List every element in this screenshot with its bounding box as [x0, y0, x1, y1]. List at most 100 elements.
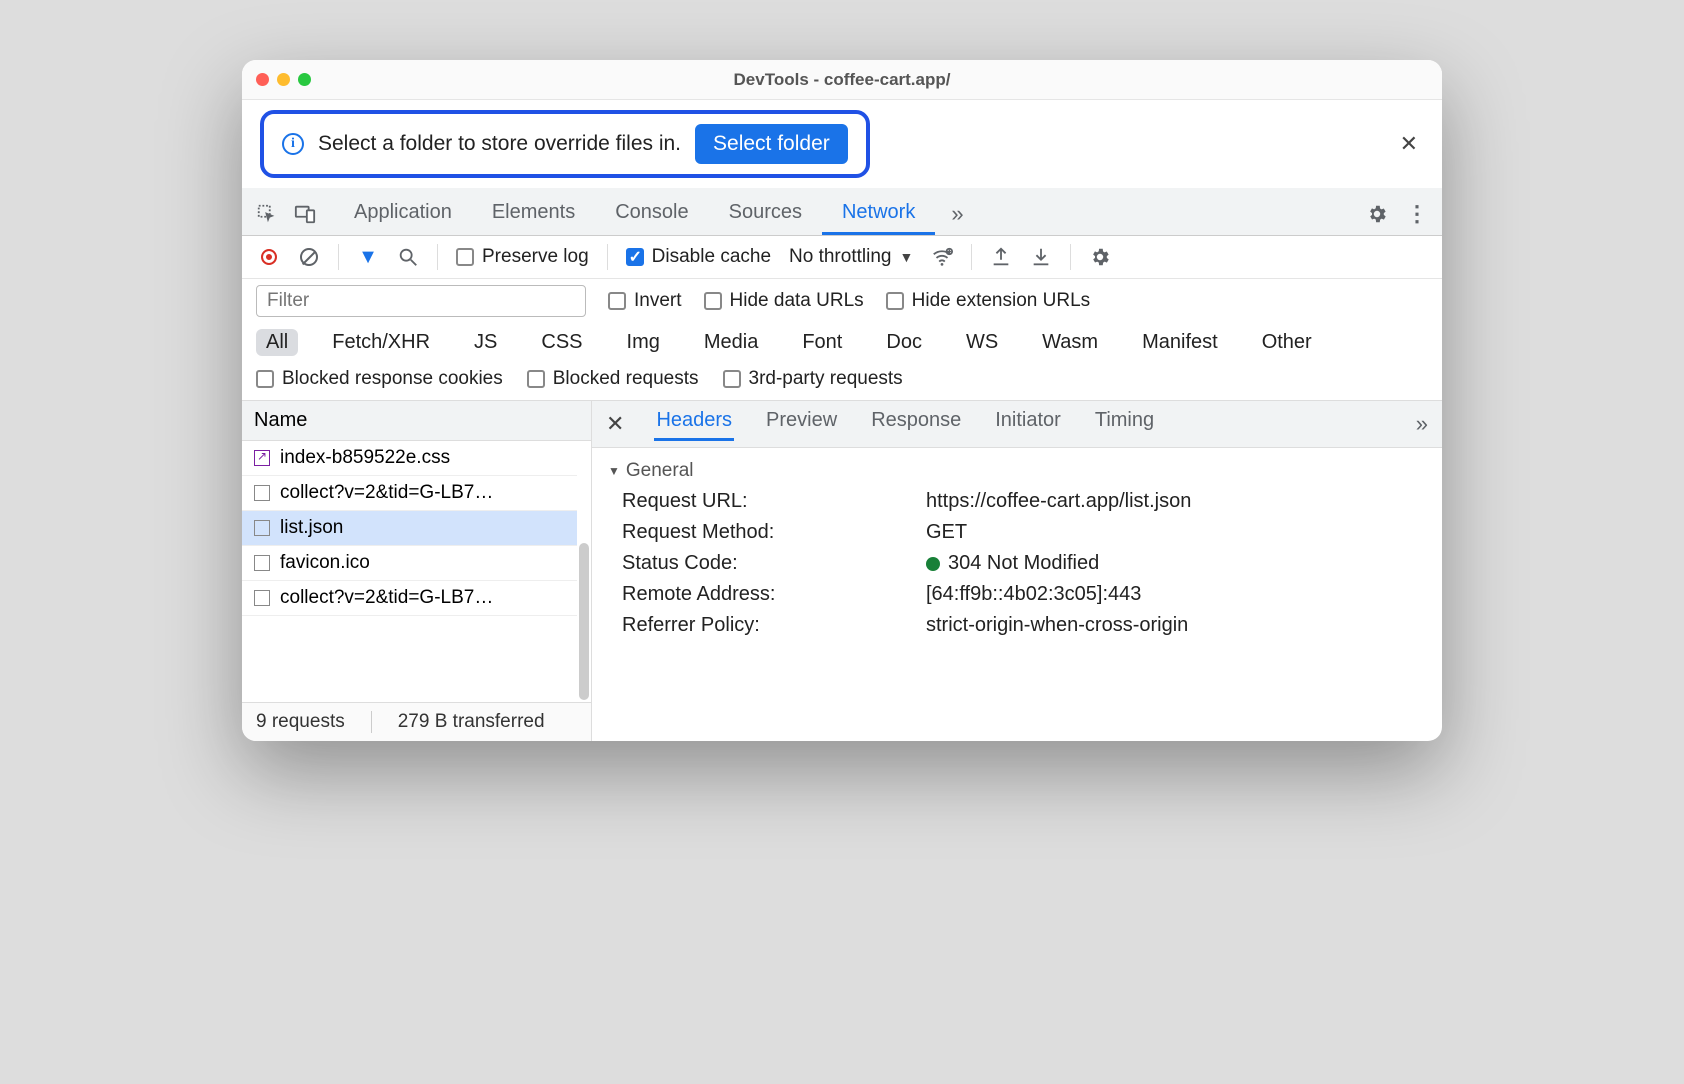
hide-extension-urls-label: Hide extension URLs [912, 290, 1090, 312]
export-har-icon[interactable] [990, 246, 1012, 268]
detail-tab-initiator[interactable]: Initiator [993, 407, 1063, 441]
request-row[interactable]: collect?v=2&tid=G-LB7… [242, 581, 577, 616]
detail-tab-timing[interactable]: Timing [1093, 407, 1156, 441]
type-manifest[interactable]: Manifest [1132, 329, 1228, 356]
window-title: DevTools - coffee-cart.app/ [242, 70, 1442, 90]
filter-input[interactable] [256, 285, 586, 317]
clear-icon[interactable] [298, 246, 320, 268]
tab-network[interactable]: Network [822, 192, 935, 235]
request-name: index-b859522e.css [280, 447, 450, 469]
filter-icon[interactable]: ▼ [357, 246, 379, 268]
detail-tab-headers[interactable]: Headers [654, 407, 734, 441]
type-doc[interactable]: Doc [876, 329, 932, 356]
kv-row: Status Code: 304 Not Modified [608, 548, 1426, 579]
tab-sources[interactable]: Sources [709, 192, 822, 235]
main-tabbar: ApplicationElementsConsoleSourcesNetwork… [242, 188, 1442, 236]
detail-tab-response[interactable]: Response [869, 407, 963, 441]
type-ws[interactable]: WS [956, 329, 1008, 356]
more-tabs-icon[interactable]: » [951, 201, 963, 227]
type-all[interactable]: All [256, 329, 298, 356]
tab-console[interactable]: Console [595, 192, 708, 235]
hide-data-urls-label: Hide data URLs [730, 290, 864, 312]
kv-key: Request Method: [622, 521, 912, 544]
infobar-message: Select a folder to store override files … [318, 132, 681, 156]
type-wasm[interactable]: Wasm [1032, 329, 1108, 356]
override-infobar: i Select a folder to store override file… [260, 110, 870, 178]
request-list-header[interactable]: Name [242, 401, 591, 441]
request-name: list.json [280, 517, 343, 539]
device-toolbar-icon[interactable] [294, 203, 316, 225]
type-font[interactable]: Font [792, 329, 852, 356]
hide-extension-urls-checkbox[interactable]: Hide extension URLs [886, 290, 1090, 312]
request-row[interactable]: index-b859522e.css [242, 441, 577, 476]
request-row[interactable]: list.json [242, 511, 577, 546]
tab-elements[interactable]: Elements [472, 192, 595, 235]
kv-row: Remote Address:[64:ff9b::4b02:3c05]:443 [608, 579, 1426, 610]
titlebar: DevTools - coffee-cart.app/ [242, 60, 1442, 100]
type-img[interactable]: Img [617, 329, 670, 356]
infobar-close-icon[interactable]: ✕ [1394, 125, 1424, 163]
type-js[interactable]: JS [464, 329, 507, 356]
inspect-icons [256, 203, 316, 225]
inspect-element-icon[interactable] [256, 203, 278, 225]
detail-tab-preview[interactable]: Preview [764, 407, 839, 441]
network-settings-icon[interactable] [1089, 246, 1111, 268]
record-icon[interactable] [258, 246, 280, 268]
blocked-cookies-label: Blocked response cookies [282, 368, 503, 390]
type-css[interactable]: CSS [531, 329, 592, 356]
select-folder-button[interactable]: Select folder [695, 124, 848, 164]
doc-file-icon [254, 590, 270, 606]
info-icon: i [282, 133, 304, 155]
general-section-toggle[interactable]: ▼ General [608, 456, 1426, 486]
thirdparty-checkbox[interactable]: 3rd-party requests [723, 368, 903, 390]
detail-close-icon[interactable]: ✕ [606, 411, 624, 437]
general-section-label: General [626, 460, 694, 482]
doc-file-icon [254, 555, 270, 571]
more-detail-tabs-icon[interactable]: » [1416, 411, 1428, 437]
invert-checkbox[interactable]: Invert [608, 290, 682, 312]
kv-row: Request URL:https://coffee-cart.app/list… [608, 486, 1426, 517]
preserve-log-checkbox[interactable]: Preserve log [456, 246, 589, 268]
import-har-icon[interactable] [1030, 246, 1052, 268]
type-other[interactable]: Other [1252, 329, 1322, 356]
thirdparty-label: 3rd-party requests [749, 368, 903, 390]
kv-key: Status Code: [622, 552, 912, 575]
request-row[interactable]: collect?v=2&tid=G-LB7… [242, 476, 577, 511]
status-bar: 9 requests 279 B transferred [242, 702, 591, 741]
kv-value: 304 Not Modified [926, 552, 1426, 575]
type-media[interactable]: Media [694, 329, 768, 356]
network-toolbar: ▼ Preserve log Disable cache No throttli… [242, 236, 1442, 279]
settings-icon[interactable] [1366, 203, 1388, 225]
invert-label: Invert [634, 290, 682, 312]
resource-type-row: All Fetch/XHR JS CSS Img Media Font Doc WS Wasm M… [242, 323, 1442, 362]
throttling-select[interactable]: No throttling ▼ [789, 246, 913, 268]
status-request-count: 9 requests [256, 711, 345, 733]
blocked-requests-checkbox[interactable]: Blocked requests [527, 368, 699, 390]
disable-cache-label: Disable cache [652, 246, 771, 268]
blocked-filters-row: Blocked response cookies Blocked request… [242, 362, 1442, 401]
tab-application[interactable]: Application [334, 192, 472, 235]
type-fetchxhr[interactable]: Fetch/XHR [322, 329, 440, 356]
network-content: Name index-b859522e.css collect?v=2&tid=G… [242, 401, 1442, 741]
search-icon[interactable] [397, 246, 419, 268]
request-name: collect?v=2&tid=G-LB7… [280, 482, 493, 504]
kebab-menu-icon[interactable]: ⋮ [1406, 203, 1428, 225]
network-conditions-icon[interactable] [931, 246, 953, 268]
request-name: collect?v=2&tid=G-LB7… [280, 587, 493, 609]
detail-body: ▼ General Request URL:https://coffee-car… [592, 448, 1442, 649]
detail-tabs: ✕ HeadersPreviewResponseInitiatorTiming … [592, 401, 1442, 448]
disable-cache-checkbox[interactable]: Disable cache [626, 246, 771, 268]
infobar-row: i Select a folder to store override file… [242, 100, 1442, 188]
status-transferred: 279 B transferred [398, 711, 545, 733]
blocked-requests-label: Blocked requests [553, 368, 699, 390]
hide-data-urls-checkbox[interactable]: Hide data URLs [704, 290, 864, 312]
css-file-icon [254, 450, 270, 466]
scrollbar-thumb[interactable] [579, 543, 589, 700]
chevron-down-icon: ▼ [608, 464, 620, 478]
blocked-cookies-checkbox[interactable]: Blocked response cookies [256, 368, 503, 390]
doc-file-icon [254, 485, 270, 501]
kv-row: Request Method:GET [608, 517, 1426, 548]
request-row[interactable]: favicon.ico [242, 546, 577, 581]
kv-key: Request URL: [622, 490, 912, 513]
general-kv-list: Request URL:https://coffee-cart.app/list… [608, 486, 1426, 641]
